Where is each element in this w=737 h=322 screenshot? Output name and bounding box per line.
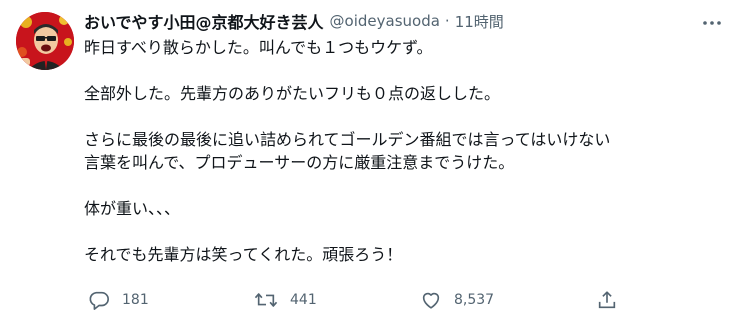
more-icon[interactable] [701, 12, 723, 34]
reply-count: 181 [122, 292, 149, 308]
reply-icon [88, 289, 110, 311]
retweet-icon [254, 289, 278, 311]
heart-icon [420, 289, 442, 311]
tweet-line: 体が重い、、、 [84, 199, 181, 218]
retweet-button[interactable]: 441 [254, 287, 317, 313]
tweet-line: さらに最後の最後に追い詰められてゴールデン番組では言ってはいけない [84, 130, 611, 149]
share-icon [596, 289, 618, 311]
reply-button[interactable]: 181 [88, 287, 149, 313]
tweet-header: おいでやす小田@京都大好き芸人 @oideyasuoda · 11時間 [84, 10, 504, 32]
like-button[interactable]: 8,537 [420, 287, 494, 313]
tweet-line: 昨日すべり散らかした。叫んでも１つもウケず。 [84, 38, 433, 57]
avatar-image [16, 12, 74, 70]
tweet-line: 全部外した。先輩方のありがたいフリも０点の返しした。 [84, 84, 501, 103]
like-count: 8,537 [454, 292, 495, 308]
tweet-line: それでも先輩方は笑ってくれた。頑張ろう！ [84, 245, 403, 264]
retweet-count: 441 [290, 292, 317, 308]
tweet-line: 言葉を叫んで、プロデューサーの方に厳重注意までうけた。 [84, 153, 515, 172]
tweet-actions: 181 441 8,537 [84, 287, 644, 313]
tweet-text: 昨日すべり散らかした。叫んでも１つもウケず。 全部外した。先輩方のありがたいフリ… [84, 36, 724, 266]
share-button[interactable] [596, 287, 618, 313]
display-name[interactable]: おいでやす小田@京都大好き芸人 [84, 9, 324, 33]
tweet[interactable]: おいでやす小田@京都大好き芸人 @oideyasuoda · 11時間 昨日すべ… [0, 0, 737, 322]
user-handle[interactable]: @oideyasuoda [330, 12, 440, 30]
timestamp[interactable]: 11時間 [455, 11, 504, 32]
separator-dot: · [444, 12, 450, 30]
avatar[interactable] [16, 12, 74, 70]
